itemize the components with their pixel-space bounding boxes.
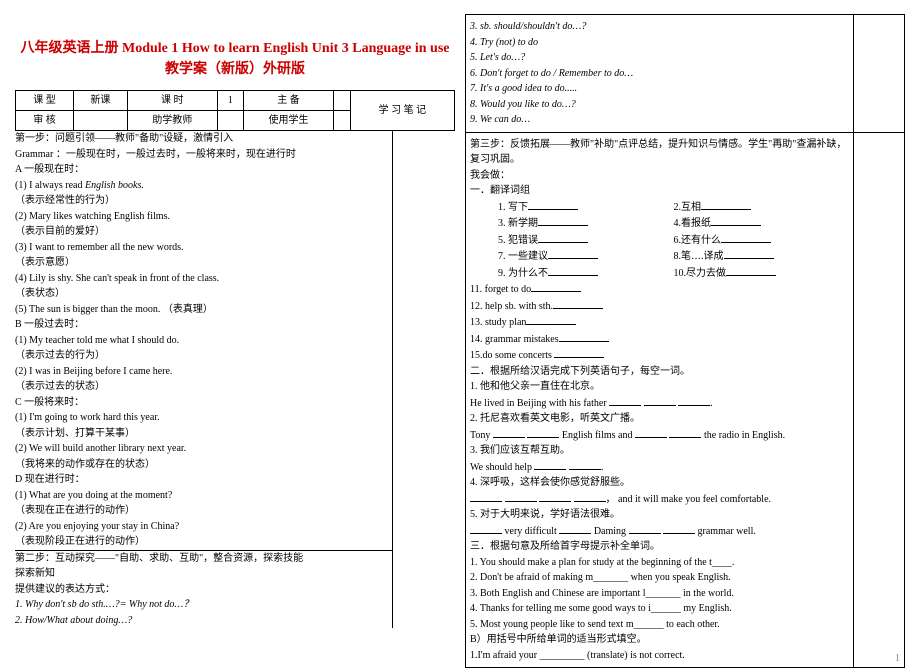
sec-d: D 现在进行时： [15,472,392,488]
g4t: （表状态） [15,286,392,302]
d2t: （表现阶段正在进行的动作） [15,534,392,550]
b4: 4. Thanks for telling me some good ways … [470,601,849,617]
ex9: 9. We can do… [470,112,849,128]
f1: (1) I'm going to work hard this year. [15,410,392,426]
g2: (2) Mary likes watching English films. [15,209,392,225]
hdr-v [334,91,351,111]
g4: (4) Lily is shy. She can't speak in fron… [15,271,392,287]
t6: 6.还有什么 [674,232,850,249]
hdr-c: 使用学生 [243,111,333,131]
t7: 7. 一些建议 [498,248,674,265]
c3e: We should help . [470,459,849,476]
c1e: He lived in Beijing with his father . [470,395,849,412]
right-table: 3. sb. should/shouldn't do…? 4. Try (not… [465,14,905,668]
d1t: （表现在正在进行的动作） [15,503,392,519]
ex6: 6. Don't forget to do / Remember to do… [470,66,849,82]
t8: 8.笔….译成 [674,248,850,265]
g3: (3) I want to remember all the new words… [15,240,392,256]
p2t: （表示过去的状态） [15,379,392,395]
c4: 4. 深呼吸，这样会使你感觉舒服些。 [470,475,849,491]
sec-c: C 一般将来时： [15,395,392,411]
t13: 13. study plan [470,314,849,331]
c3: 3. 我们应该互帮互助。 [470,443,849,459]
notes-margin [392,131,455,628]
step1: 第一步：问题引领——教师"备助"设疑，激情引入 [15,131,392,147]
p2: (2) I was in Beijing before I came here. [15,364,392,380]
d2: (2) Are you enjoying your stay in China? [15,519,392,535]
hdr-v: 1 [217,91,243,111]
t10: 10.尽力去做 [674,265,850,282]
hdr-c: 审 核 [16,111,74,131]
c5e: very difficult Daming grammar well. [470,523,849,540]
t1: 1. 写下 [498,199,674,216]
doc-title: 八年级英语上册 Module 1 How to learn English Un… [15,38,455,80]
t2: 2.互相 [674,199,850,216]
p1: (1) My teacher told me what I should do. [15,333,392,349]
g5: (5) The sun is bigger than the moon. （表真… [15,302,392,318]
c2e: Tony English films and the radio in Engl… [470,427,849,444]
hdr-v [217,111,243,131]
f2: (2) We will build another library next y… [15,441,392,457]
g1t: （表示经常性的行为） [15,193,392,209]
t12: 12. help sb. with sth. [470,298,849,315]
t14: 14. grammar mistakes [470,331,849,348]
ex3: 3. sb. should/shouldn't do…? [470,19,849,35]
b6: 1.I'm afraid your _________ (translate) … [470,648,849,664]
c2: 2. 托尼喜欢看英文电影，听英文广播。 [470,411,849,427]
s3a: 我会做： [470,168,849,184]
f2t: （我将来的动作或存在的状态） [15,457,392,473]
ex8: 8. Would you like to do…? [470,97,849,113]
s3e: B）用括号中所给单词的适当形式填空。 [470,632,849,648]
step3: 第三步：反馈拓展——教师"补助"点评总结，提升知识与情感。学生"再助"查漏补缺，… [470,137,849,168]
hdr-c: 课 型 [16,91,74,111]
b2: 2. Don't be afraid of making m_______ wh… [470,570,849,586]
t5: 5. 犯错误 [498,232,674,249]
t3: 3. 新学期 [498,215,674,232]
ex2: 2. How/What about doing…? [15,613,392,629]
page-number: 1 [895,651,900,666]
sec-a: A 一般现在时： [15,162,392,178]
b5: 5. Most young people like to send text m… [470,617,849,633]
b1: 1. You should make a plan for study at t… [470,555,849,571]
g2t: （表示目前的爱好） [15,224,392,240]
b3: 3. Both English and Chinese are importan… [470,586,849,602]
t4: 4.看报纸 [674,215,850,232]
t11: 11. forget to do [470,281,849,298]
ex4: 4. Try (not) to do [470,35,849,51]
f1t: （表示计划、打算干某事） [15,426,392,442]
s2a: 探索新知 [15,566,392,582]
sec-b: B 一般过去时： [15,317,392,333]
g1: (1) I always read English books. [15,178,392,194]
notes-cell: 学 习 笔 记 [350,91,454,131]
c4e: ， and it will make you feel comfortable. [470,491,849,508]
s3c: 二．根据所给汉语完成下列英语句子，每空一词。 [470,364,849,380]
c5: 5. 对于大明来说，学好语法很难。 [470,507,849,523]
grammar-intro: Grammar ：一般现在时，一般过去时，一般将来时，现在进行时 [15,147,392,163]
hdr-c: 助学教师 [127,111,217,131]
ex1: 1. Why don't sb do sth.…?= Why not do…？ [15,597,392,613]
step2: 第二步：互动探究——"自助、求助、互助"，整合资源，探索技能 [15,550,392,567]
hdr-v [334,111,351,131]
hdr-c: 课 时 [127,91,217,111]
ex5: 5. Let's do…? [470,50,849,66]
hdr-v [74,111,127,131]
t9: 9. 为什么不 [498,265,674,282]
italic: English books. [85,180,144,191]
hdr-c: 主 备 [243,91,333,111]
c1: 1. 他和他父亲一直住在北京。 [470,379,849,395]
s3b: 一．翻译词组 [470,183,849,199]
g3t: （表示意愿） [15,255,392,271]
p1t: （表示过去的行为） [15,348,392,364]
ex7: 7. It's a good idea to do..... [470,81,849,97]
s2b: 提供建议的表达方式： [15,582,392,598]
header-table: 课 型 新课 课 时 1 主 备 学 习 笔 记 审 核 助学教师 使用学生 [15,90,455,131]
t15: 15.do some concerts [470,347,849,364]
d1: (1) What are you doing at the moment? [15,488,392,504]
s3d: 三．根据句意及所给首字母提示补全单词。 [470,539,849,555]
hdr-v: 新课 [74,91,127,111]
